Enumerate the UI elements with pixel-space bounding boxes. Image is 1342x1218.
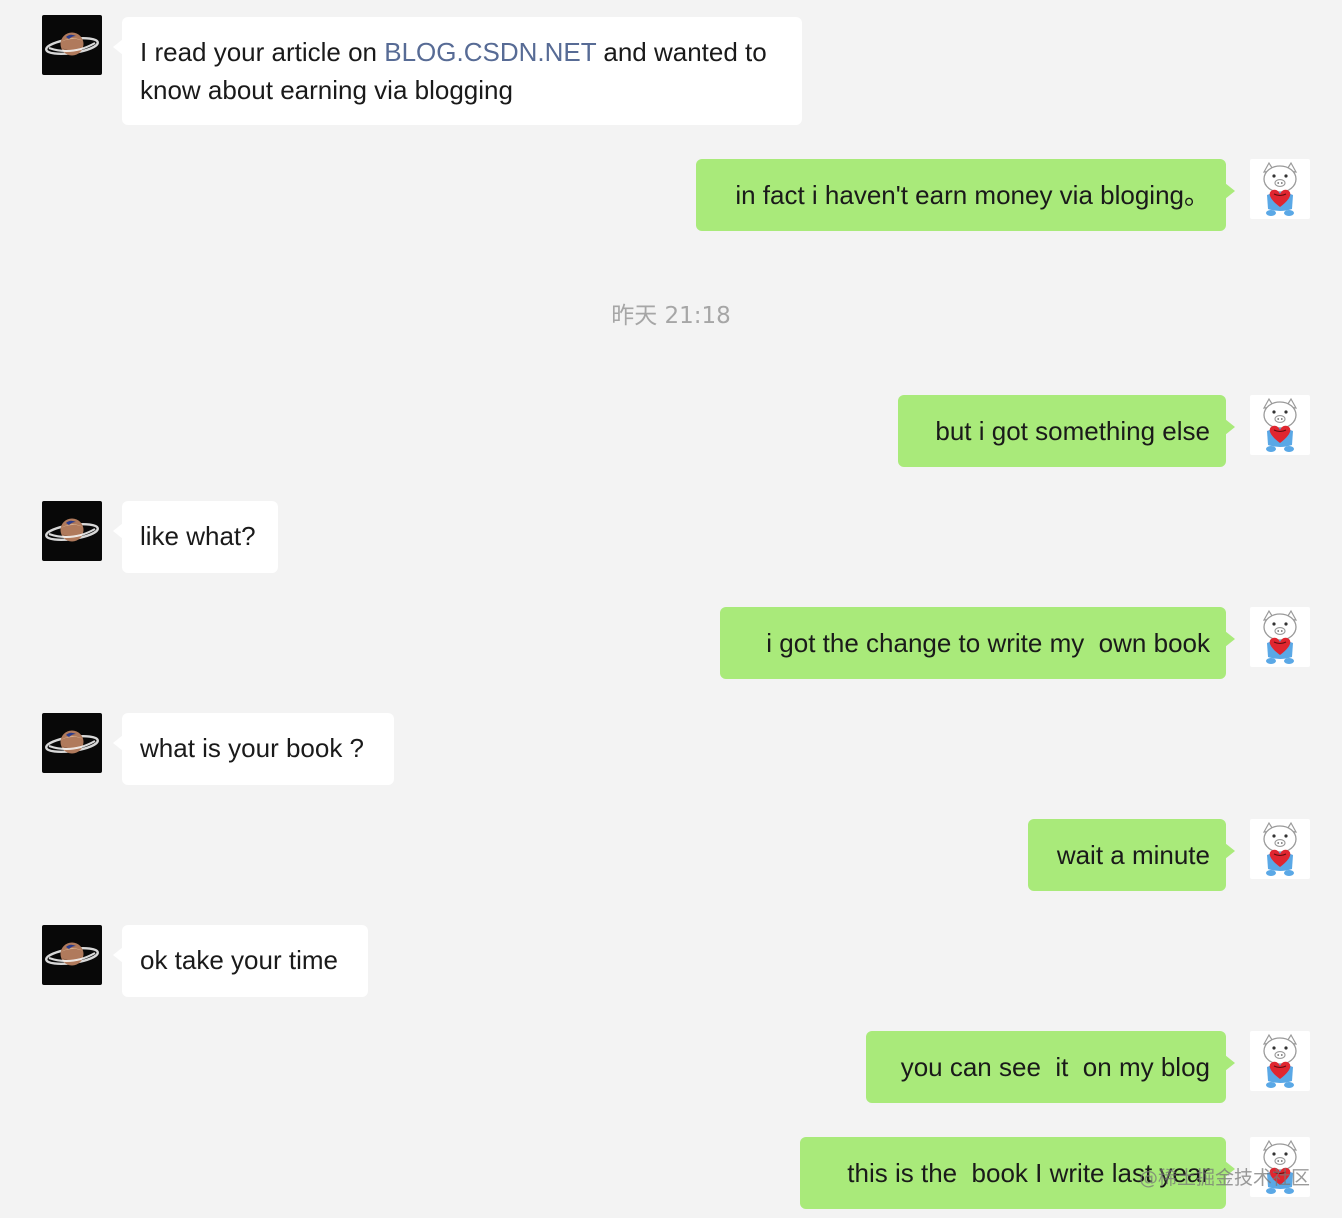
contact-avatar[interactable] (42, 501, 102, 561)
message-text: like what? (140, 521, 256, 551)
pig-avatar-icon (1250, 395, 1310, 455)
my-avatar[interactable] (1250, 1031, 1310, 1091)
message-bubble-outgoing[interactable]: i got the change to write my own book (720, 607, 1235, 679)
message-text: wait a minute (1056, 840, 1210, 870)
pig-avatar-icon (1250, 159, 1310, 219)
message-text: i got the change to write my own book (766, 628, 1210, 658)
pig-avatar-icon (1250, 1031, 1310, 1091)
message-text: in fact i haven't earn money via bloging… (735, 180, 1210, 210)
contact-avatar[interactable] (42, 15, 102, 75)
message-bubble-outgoing[interactable]: wait a minute (1028, 819, 1235, 891)
message-text: what is your book ? (140, 733, 365, 763)
chat-window: I read your article on BLOG.CSDN.NET and… (0, 0, 1342, 1218)
message-text: but i got something else (935, 416, 1210, 446)
saturn-avatar-icon (42, 713, 102, 773)
my-avatar[interactable] (1250, 159, 1310, 219)
message-bubble-outgoing[interactable]: you can see it on my blog (866, 1031, 1235, 1103)
message-bubble-incoming[interactable]: what is your book ? (113, 713, 394, 785)
message-text-line: know about earning via blogging (140, 75, 513, 105)
message-bubble-outgoing[interactable]: in fact i haven't earn money via bloging… (696, 159, 1235, 231)
saturn-avatar-icon (42, 15, 102, 75)
my-avatar[interactable] (1250, 819, 1310, 879)
watermark-text: @稀土掘金技术社区 (1138, 1167, 1310, 1189)
contact-avatar[interactable] (42, 713, 102, 773)
pig-avatar-icon (1250, 607, 1310, 667)
pig-avatar-icon (1250, 819, 1310, 879)
timestamp-divider: 昨天 21:18 (611, 303, 731, 329)
message-text-line: I read your article on BLOG.CSDN.NET and… (140, 37, 767, 67)
contact-avatar[interactable] (42, 925, 102, 985)
message-text: you can see it on my blog (900, 1052, 1210, 1082)
message-bubble-outgoing[interactable]: but i got something else (898, 395, 1235, 467)
message-bubble-incoming[interactable]: I read your article on BLOG.CSDN.NET and… (113, 17, 802, 125)
blog-link[interactable]: BLOG.CSDN.NET (384, 37, 596, 67)
saturn-avatar-icon (42, 501, 102, 561)
my-avatar[interactable] (1250, 607, 1310, 667)
message-text: ok take your time (140, 945, 338, 975)
message-bubble-incoming[interactable]: like what? (113, 501, 278, 573)
message-bubble-incoming[interactable]: ok take your time (113, 925, 368, 997)
my-avatar[interactable] (1250, 395, 1310, 455)
saturn-avatar-icon (42, 925, 102, 985)
